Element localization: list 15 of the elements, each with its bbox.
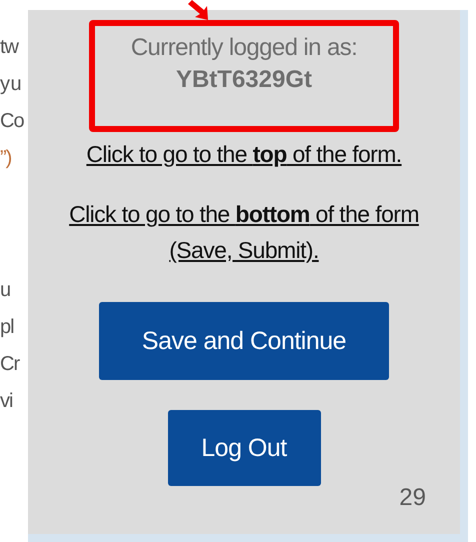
top-link[interactable]: Click to go to the top of the form.	[86, 136, 402, 172]
document-text: Cr	[0, 352, 21, 377]
bottom-link[interactable]: Click to go to the bottom of the form (Save, Submit).	[59, 196, 429, 268]
document-text: pl	[0, 315, 15, 340]
save-continue-button[interactable]: Save and Continue	[99, 302, 389, 380]
login-label: Currently logged in as:	[130, 34, 358, 62]
document-text: ”)	[0, 146, 12, 171]
document-text: tw	[0, 35, 20, 60]
document-text: y u	[0, 72, 22, 97]
logout-button[interactable]: Log Out	[168, 410, 320, 486]
page-number: 29	[399, 484, 426, 512]
document-text: u	[0, 278, 12, 303]
username: YBtT6329Gt	[176, 66, 312, 94]
document-text: vi	[0, 389, 14, 414]
document-text: Co	[0, 109, 25, 134]
